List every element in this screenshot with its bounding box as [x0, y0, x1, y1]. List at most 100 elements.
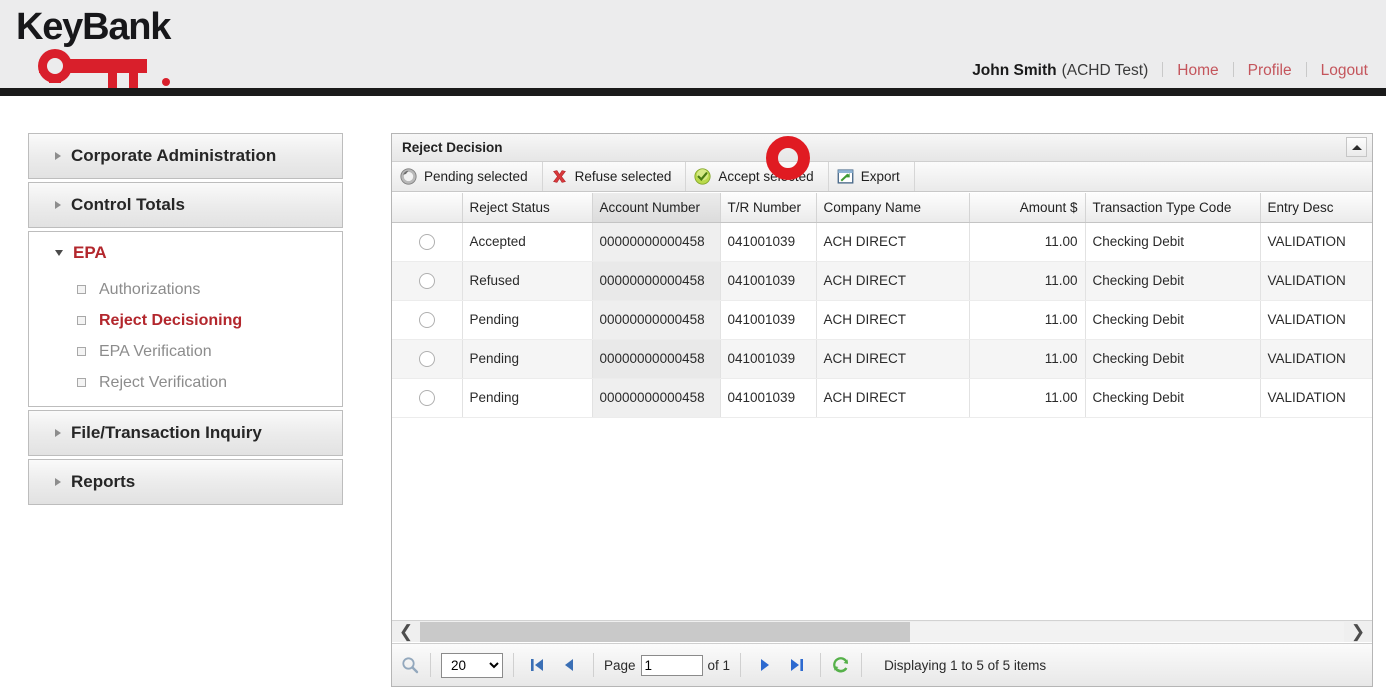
column-header-account-number[interactable]: Account Number	[592, 193, 720, 222]
cell-company-name: ACH DIRECT	[816, 261, 969, 300]
page-body: Corporate Administration Control Totals …	[0, 96, 1386, 687]
logout-link[interactable]: Logout	[1321, 62, 1368, 80]
chevron-down-icon	[55, 250, 63, 256]
row-select-cell[interactable]	[392, 339, 462, 378]
home-link[interactable]: Home	[1177, 62, 1218, 80]
scroll-right-arrow-icon[interactable]: ❯	[1344, 623, 1372, 640]
table-row[interactable]: Refused 00000000000458 041001039 ACH DIR…	[392, 261, 1372, 300]
column-header-label: Account Number	[600, 200, 701, 215]
row-select-cell[interactable]	[392, 222, 462, 261]
sidebar-item-epa[interactable]: EPA	[29, 232, 342, 274]
chevron-up-icon	[1352, 145, 1362, 150]
table-row[interactable]: Pending 00000000000458 041001039 ACH DIR…	[392, 378, 1372, 417]
sidebar-group-control-totals[interactable]: Control Totals	[28, 182, 343, 228]
table-row[interactable]: Pending 00000000000458 041001039 ACH DIR…	[392, 339, 1372, 378]
divider	[430, 653, 431, 677]
row-radio-button[interactable]	[419, 390, 435, 406]
toolbar-button-label: Pending selected	[424, 169, 528, 184]
refuse-selected-button[interactable]: Refuse selected	[543, 162, 687, 191]
row-radio-button[interactable]	[419, 312, 435, 328]
scroll-left-arrow-icon[interactable]: ❮	[392, 623, 420, 640]
sidebar-group-file-transaction-inquiry[interactable]: File/Transaction Inquiry	[28, 410, 343, 456]
cell-amount: 11.00	[969, 378, 1085, 417]
sidebar-item-control-totals[interactable]: Control Totals	[29, 183, 342, 227]
first-page-icon[interactable]	[528, 655, 548, 675]
cell-account-number: 00000000000458	[592, 378, 720, 417]
pending-selected-button[interactable]: Pending selected	[392, 162, 543, 191]
cell-reject-status: Pending	[462, 339, 592, 378]
row-select-cell[interactable]	[392, 300, 462, 339]
next-page-icon[interactable]	[755, 655, 775, 675]
sidebar-item-corporate-administration[interactable]: Corporate Administration	[29, 134, 342, 178]
sidebar-item-reject-verification[interactable]: Reject Verification	[77, 367, 342, 398]
export-button[interactable]: Export	[829, 162, 915, 191]
sidebar-subitems-epa: Authorizations Reject Decisioning EPA Ve…	[29, 274, 342, 398]
cell-entry-desc: VALIDATION	[1260, 378, 1372, 417]
sidebar-item-epa-verification[interactable]: EPA Verification	[77, 336, 342, 367]
horizontal-scrollbar[interactable]: ❮ ❯	[392, 620, 1372, 642]
cell-tr-number: 041001039	[720, 300, 816, 339]
cell-account-number: 00000000000458	[592, 261, 720, 300]
divider	[820, 653, 821, 677]
cell-tr-number: 041001039	[720, 339, 816, 378]
magnifier-icon[interactable]	[400, 655, 420, 675]
cell-reject-status: Accepted	[462, 222, 592, 261]
reject-decision-panel: Reject Decision Pending selected Refuse …	[391, 133, 1373, 687]
cell-company-name: ACH DIRECT	[816, 339, 969, 378]
cell-amount: 11.00	[969, 339, 1085, 378]
cell-account-number: 00000000000458	[592, 300, 720, 339]
divider	[740, 653, 741, 677]
row-select-cell[interactable]	[392, 378, 462, 417]
row-radio-button[interactable]	[419, 234, 435, 250]
sidebar-group-reports[interactable]: Reports	[28, 459, 343, 505]
divider	[1306, 62, 1307, 77]
toolbar-button-label: Export	[861, 169, 900, 184]
reject-decision-table: Reject Status Account Number T/R Number …	[392, 193, 1372, 418]
divider	[861, 653, 862, 677]
table-row[interactable]: Pending 00000000000458 041001039 ACH DIR…	[392, 300, 1372, 339]
sidebar-item-reject-decisioning[interactable]: Reject Decisioning	[77, 305, 342, 336]
sidebar-item-authorizations[interactable]: Authorizations	[77, 274, 342, 305]
user-name: John Smith	[972, 62, 1056, 80]
sidebar-group-epa[interactable]: EPA Authorizations Reject Decisioning EP…	[28, 231, 343, 407]
sidebar-item-reports[interactable]: Reports	[29, 460, 342, 504]
keybank-logo[interactable]: KeyBank	[16, 8, 184, 91]
cell-company-name: ACH DIRECT	[816, 300, 969, 339]
cell-amount: 11.00	[969, 261, 1085, 300]
column-header-reject-status[interactable]: Reject Status	[462, 193, 592, 222]
table-row[interactable]: Accepted 00000000000458 041001039 ACH DI…	[392, 222, 1372, 261]
column-header-tr-number[interactable]: T/R Number	[720, 193, 816, 222]
table-body: Accepted 00000000000458 041001039 ACH DI…	[392, 222, 1372, 417]
row-radio-button[interactable]	[419, 273, 435, 289]
column-header-amount[interactable]: Amount $	[969, 193, 1085, 222]
page-number-input[interactable]	[641, 655, 703, 676]
profile-link[interactable]: Profile	[1248, 62, 1292, 80]
column-header-transaction-type-code[interactable]: Transaction Type Code	[1085, 193, 1260, 222]
collapse-panel-button[interactable]	[1346, 137, 1367, 157]
page-nav-back	[524, 655, 583, 675]
green-check-circle-icon	[694, 168, 711, 185]
page-size-select[interactable]: 20	[441, 653, 503, 678]
cell-transaction-type-code: Checking Debit	[1085, 378, 1260, 417]
panel-title-bar: Reject Decision	[392, 134, 1372, 162]
scrollbar-track[interactable]	[420, 622, 1344, 642]
column-header-company-name[interactable]: Company Name	[816, 193, 969, 222]
toolbar-button-label: Accept selected	[718, 169, 813, 184]
sidebar-item-file-transaction-inquiry[interactable]: File/Transaction Inquiry	[29, 411, 342, 455]
scrollbar-thumb[interactable]	[420, 622, 910, 642]
row-radio-button[interactable]	[419, 351, 435, 367]
pagination-status: Displaying 1 to 5 of 5 items	[884, 658, 1046, 673]
divider	[1233, 62, 1234, 77]
prev-page-icon[interactable]	[559, 655, 579, 675]
sidebar-group-corporate-administration[interactable]: Corporate Administration	[28, 133, 343, 179]
bullet-square-icon	[77, 378, 86, 387]
column-header-select[interactable]	[392, 193, 462, 222]
cell-transaction-type-code: Checking Debit	[1085, 261, 1260, 300]
row-select-cell[interactable]	[392, 261, 462, 300]
column-header-entry-desc[interactable]: Entry Desc	[1260, 193, 1372, 222]
cell-transaction-type-code: Checking Debit	[1085, 222, 1260, 261]
last-page-icon[interactable]	[786, 655, 806, 675]
accept-selected-button[interactable]: Accept selected	[686, 162, 828, 191]
refresh-icon[interactable]	[831, 655, 851, 675]
key-icon	[16, 49, 184, 91]
